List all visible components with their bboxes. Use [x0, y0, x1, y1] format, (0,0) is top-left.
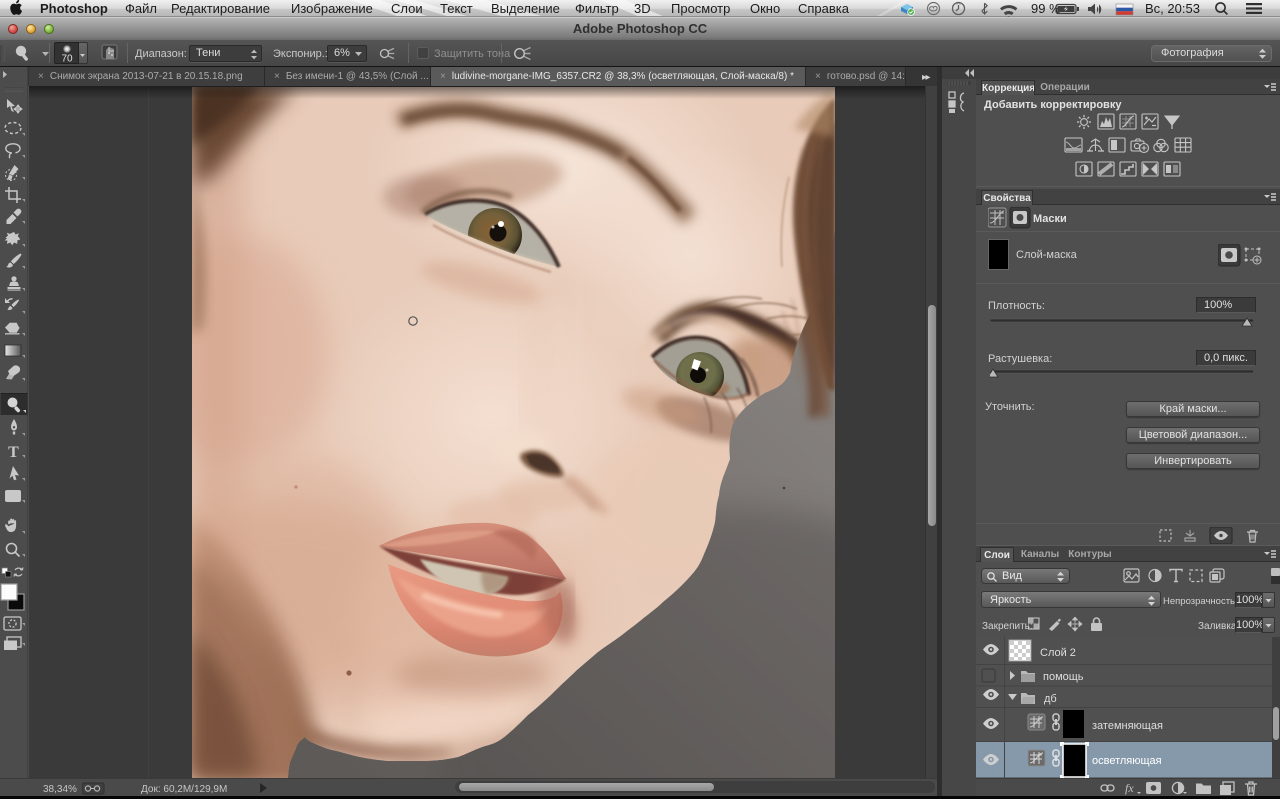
svg-text:T: T	[8, 444, 19, 461]
svg-text:70: 70	[61, 54, 73, 64]
svg-text:fx: fx	[1125, 781, 1134, 795]
